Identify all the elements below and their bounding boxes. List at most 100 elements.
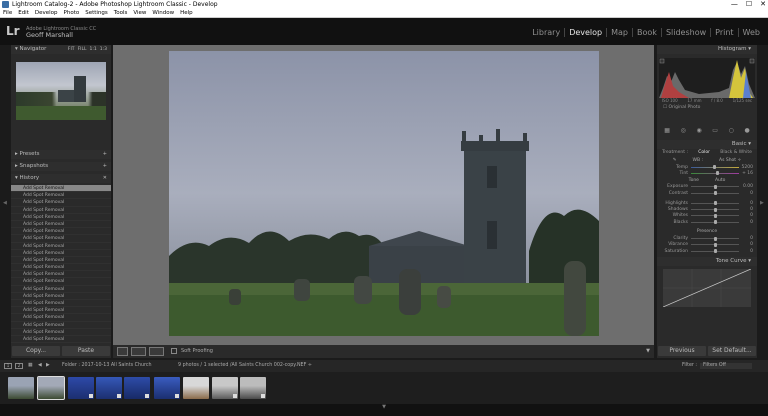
history-item[interactable]: Add Spot Removal [11, 185, 111, 193]
close-button[interactable]: ✕ [760, 0, 766, 9]
history-item[interactable]: Add Spot Removal [11, 221, 111, 229]
filter-select[interactable]: Filters Off [700, 363, 752, 369]
filmstrip-thumb[interactable] [8, 377, 34, 399]
treatment-color[interactable]: Color [698, 149, 710, 157]
contrast-knob[interactable] [714, 191, 718, 196]
spot-removal-icon[interactable]: ◎ [681, 127, 686, 134]
history-item[interactable]: Add Spot Removal [11, 199, 111, 207]
module-library[interactable]: Library [528, 28, 566, 37]
menu-photo[interactable]: Photo [64, 9, 80, 17]
zoom-fit[interactable]: FIT [68, 45, 75, 54]
red-eye-icon[interactable]: ◉ [696, 127, 701, 134]
set-default-button[interactable]: Set Default... [708, 346, 756, 356]
history-item[interactable]: Add Spot Removal [11, 329, 111, 336]
history-item[interactable]: Add Spot Removal [11, 192, 111, 200]
filmstrip-thumb[interactable] [183, 377, 209, 399]
menu-window[interactable]: Window [152, 9, 174, 17]
zoom-fill[interactable]: FILL [78, 45, 87, 54]
history-item[interactable]: Add Spot Removal [11, 322, 111, 329]
before-after-lr-icon[interactable] [131, 347, 146, 356]
maximize-button[interactable]: ☐ [746, 0, 752, 9]
history-header[interactable]: ▾ History ✕ [11, 174, 111, 183]
whites-knob[interactable] [714, 213, 718, 218]
temp-knob[interactable] [712, 165, 716, 170]
forward-icon[interactable]: ▶ [46, 360, 50, 372]
crop-icon[interactable]: ▦ [664, 127, 670, 134]
clarity-knob[interactable] [714, 236, 718, 241]
back-icon[interactable]: ◀ [38, 360, 42, 372]
radial-filter-icon[interactable]: ○ [729, 127, 734, 134]
filmstrip-thumb[interactable] [154, 377, 180, 399]
auto-tone-button[interactable]: Auto [715, 177, 725, 184]
module-book[interactable]: Book [633, 28, 662, 37]
copy-settings-button[interactable]: Copy... [12, 346, 60, 356]
main-photo[interactable] [169, 51, 599, 336]
original-photo-checkbox[interactable]: ☐ Original Photo [657, 104, 757, 112]
filmstrip-thumb-selected[interactable] [37, 376, 65, 400]
history-item[interactable]: Add Spot Removal [11, 257, 111, 265]
history-item[interactable]: Add Spot Removal [11, 278, 111, 286]
menu-help[interactable]: Help [180, 9, 193, 17]
module-print[interactable]: Print [711, 28, 739, 37]
eyedropper-icon[interactable]: ✎ [673, 157, 677, 164]
paste-settings-button[interactable]: Paste [62, 346, 110, 356]
module-web[interactable]: Web [739, 28, 764, 37]
history-item[interactable]: Add Spot Removal [11, 214, 111, 221]
menu-tools[interactable]: Tools [114, 9, 128, 17]
filmstrip-thumb[interactable] [96, 377, 122, 399]
graduated-filter-icon[interactable]: ▭ [712, 127, 718, 134]
clear-history-icon[interactable]: ✕ [103, 174, 107, 183]
module-develop[interactable]: Develop [565, 28, 608, 37]
tone-curve-header[interactable]: Tone Curve ▾ [657, 257, 757, 267]
filmstrip-thumb[interactable] [68, 377, 94, 399]
image-viewer[interactable] [113, 45, 654, 345]
menu-file[interactable]: File [3, 9, 12, 17]
module-map[interactable]: Map [607, 28, 634, 37]
menu-view[interactable]: View [133, 9, 146, 17]
tone-curve-graph[interactable] [663, 269, 751, 308]
tint-knob[interactable] [715, 171, 719, 176]
toolbar-menu-icon[interactable]: ▼ [646, 345, 650, 358]
filmstrip-thumb[interactable] [240, 377, 266, 399]
minimize-button[interactable]: — [731, 0, 738, 9]
histogram-header[interactable]: Histogram ▾ [657, 45, 757, 54]
shadows-knob[interactable] [714, 207, 718, 212]
previous-button[interactable]: Previous [658, 346, 706, 356]
vibrance-knob[interactable] [714, 242, 718, 247]
wb-select[interactable]: As Shot ÷ [719, 157, 741, 164]
history-item[interactable]: Add Spot Removal [11, 250, 111, 257]
history-item[interactable]: Add Spot Removal [11, 314, 111, 322]
add-preset-icon[interactable]: + [103, 150, 107, 159]
menu-develop[interactable]: Develop [35, 9, 58, 17]
exposure-knob[interactable] [714, 184, 718, 189]
history-item[interactable]: Add Spot Removal [11, 300, 111, 308]
add-snapshot-icon[interactable]: + [103, 162, 107, 171]
highlights-knob[interactable] [714, 201, 718, 206]
basic-header[interactable]: Basic ▾ [657, 140, 757, 149]
adjustment-brush-icon[interactable]: ● [744, 127, 749, 134]
history-item[interactable]: Add Spot Removal [11, 207, 111, 214]
history-item[interactable]: Add Spot Removal [11, 307, 111, 315]
history-item[interactable]: Add Spot Removal [11, 243, 111, 250]
menu-settings[interactable]: Settings [85, 9, 108, 17]
soft-proofing-checkbox[interactable] [171, 348, 177, 354]
blacks-knob[interactable] [714, 220, 718, 225]
history-item[interactable]: Add Spot Removal [11, 271, 111, 279]
loupe-view-icon[interactable] [117, 347, 128, 356]
navigator-header[interactable]: ▾ Navigator FIT FILL 1:1 1:3 [11, 45, 111, 54]
filmstrip-toggle-icon[interactable]: ▼ [0, 404, 768, 416]
module-slideshow[interactable]: Slideshow [662, 28, 712, 37]
menu-edit[interactable]: Edit [18, 9, 29, 17]
history-item[interactable]: Add Spot Removal [11, 235, 111, 243]
page-2[interactable]: 2 [15, 363, 23, 369]
zoom-1-1[interactable]: 1:1 [90, 45, 97, 54]
filmstrip-thumb[interactable] [212, 377, 238, 399]
history-item[interactable]: Add Spot Removal [11, 228, 111, 236]
treatment-bw[interactable]: Black & White [720, 149, 752, 157]
history-item[interactable]: Add Spot Removal [11, 264, 111, 272]
saturation-knob[interactable] [714, 249, 718, 254]
history-item[interactable]: Add Spot Removal [11, 293, 111, 300]
filmstrip-source[interactable]: Folder : 2017-10-13 All Saints Church [62, 360, 152, 372]
history-item[interactable]: Add Spot Removal [11, 336, 111, 344]
saturation-slider[interactable]: Saturation 0 [657, 248, 757, 254]
